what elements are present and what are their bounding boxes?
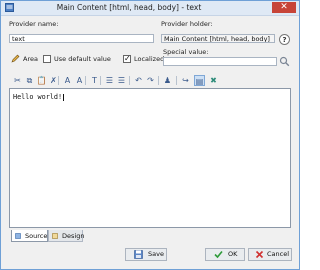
localized-label: Localized bbox=[134, 55, 165, 63]
cancel-icon bbox=[255, 250, 264, 259]
outdent-icon[interactable]: ☰ bbox=[116, 75, 127, 86]
help-button[interactable]: ? bbox=[279, 34, 290, 45]
format-icon[interactable]: T bbox=[89, 75, 100, 86]
close-button[interactable]: ✕ bbox=[272, 2, 296, 13]
checkmark-icon bbox=[214, 250, 223, 259]
provider-name-field[interactable]: text bbox=[9, 34, 154, 43]
copy-icon[interactable]: ⧉ bbox=[24, 75, 35, 86]
provider-name-label: Provider name: bbox=[9, 20, 59, 28]
save-label: Save bbox=[148, 250, 164, 258]
undo-icon[interactable]: ↶ bbox=[133, 75, 144, 86]
provider-holder-field: Main Content [html, head, body] bbox=[161, 34, 275, 43]
window-title: Main Content [html, head, body] - text bbox=[56, 3, 202, 12]
tab-design[interactable]: Design bbox=[48, 230, 85, 242]
redo-icon[interactable]: ↷ bbox=[145, 75, 156, 86]
source-editor[interactable]: Hello world! bbox=[9, 88, 291, 228]
find-icon[interactable]: A bbox=[62, 75, 73, 86]
replace-icon[interactable]: A bbox=[74, 75, 85, 86]
save-icon bbox=[134, 250, 143, 259]
toolbar-separator bbox=[158, 76, 159, 85]
dialog-window: Main Content [html, head, body] - text ✕… bbox=[0, 0, 300, 270]
provider-holder-label: Provider holder: bbox=[161, 20, 213, 28]
search-icon[interactable] bbox=[279, 56, 290, 67]
cut-icon[interactable]: ✂ bbox=[12, 75, 23, 86]
ok-label: OK bbox=[228, 250, 238, 258]
title-bar: Main Content [html, head, body] - text ✕ bbox=[1, 1, 299, 16]
save-button[interactable]: Save bbox=[125, 248, 167, 261]
localized-checkbox[interactable] bbox=[123, 54, 131, 63]
cancel-label: Cancel bbox=[267, 250, 290, 258]
toolbar-separator bbox=[85, 76, 86, 85]
design-icon bbox=[52, 233, 58, 239]
users-icon[interactable]: ♟ bbox=[162, 75, 173, 86]
tab-design-label: Design bbox=[62, 232, 85, 240]
tab-source-label: Source bbox=[25, 232, 48, 240]
toolbar-separator bbox=[58, 76, 59, 85]
special-value-label: Special value: bbox=[163, 48, 209, 56]
text-cursor bbox=[63, 93, 65, 101]
toolbar-separator bbox=[176, 76, 177, 85]
view-code-icon[interactable]: ▤ bbox=[194, 75, 205, 86]
paste-icon[interactable]: 📋 bbox=[36, 75, 47, 86]
source-icon bbox=[15, 233, 21, 239]
pencil-icon bbox=[11, 54, 20, 63]
special-value-field[interactable] bbox=[163, 57, 277, 66]
toolbar-separator bbox=[100, 76, 101, 85]
tab-source[interactable]: Source bbox=[11, 230, 48, 242]
editor-text[interactable]: Hello world! bbox=[13, 93, 65, 101]
use-default-checkbox[interactable] bbox=[43, 55, 51, 63]
insert-icon[interactable]: ↪ bbox=[180, 75, 191, 86]
cancel-button[interactable]: Cancel bbox=[248, 248, 292, 261]
clear-icon[interactable]: ✖ bbox=[208, 75, 219, 86]
use-default-label: Use default value bbox=[54, 55, 111, 63]
toolbar-separator bbox=[129, 76, 130, 85]
indent-icon[interactable]: ☰ bbox=[104, 75, 115, 86]
area-label: Area bbox=[23, 55, 38, 63]
ok-button[interactable]: OK bbox=[205, 248, 245, 261]
